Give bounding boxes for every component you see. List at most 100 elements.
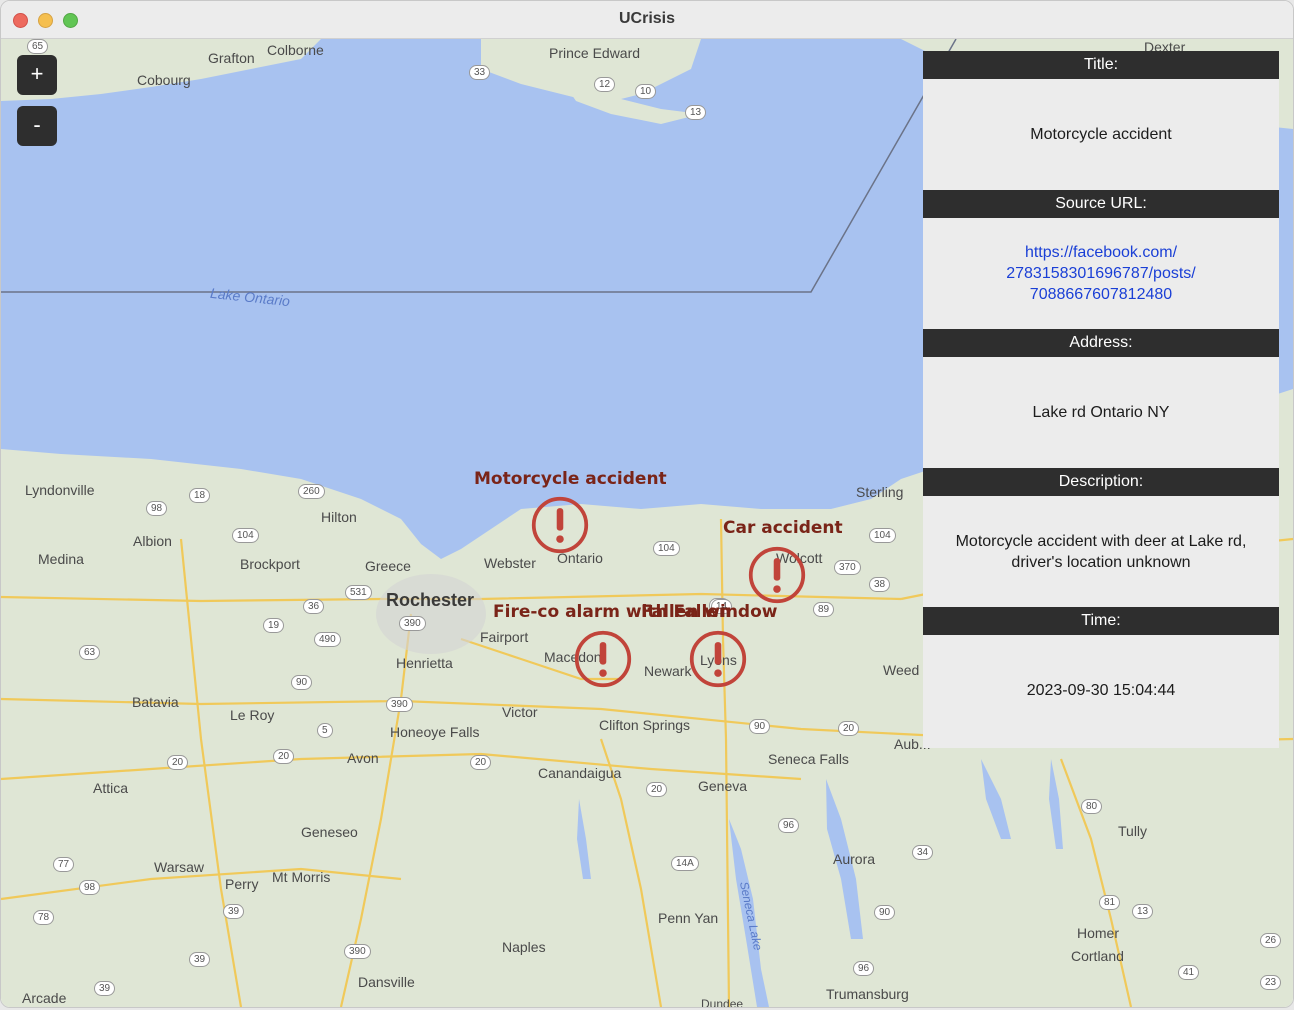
route-shield: 98 xyxy=(146,501,168,516)
route-shield: 104 xyxy=(653,541,680,556)
route-shield: 12 xyxy=(594,77,616,92)
map-label-avon: Avon xyxy=(347,750,379,766)
incident-label-car-accident[interactable]: Car accident xyxy=(723,518,843,538)
map-label-grafton: Grafton xyxy=(208,50,255,66)
route-shield: 390 xyxy=(399,616,426,631)
map-label-canandaigua: Canandaigua xyxy=(538,765,622,781)
map-label-arcade: Arcade xyxy=(22,990,67,1006)
route-shield: 20 xyxy=(470,755,492,770)
route-shield: 90 xyxy=(874,905,896,920)
route-shield: 390 xyxy=(344,944,371,959)
map-label-dansville: Dansville xyxy=(358,974,415,990)
route-shield: 18 xyxy=(189,488,211,503)
map-label-attica: Attica xyxy=(93,780,129,796)
map-label-penn-yan: Penn Yan xyxy=(658,910,719,926)
map-view[interactable]: Grafton Colborne Cobourg Prince Edward D… xyxy=(1,39,1293,1007)
map-label-clifton-springs: Clifton Springs xyxy=(599,717,691,733)
map-label-cortland: Cortland xyxy=(1071,948,1124,964)
route-shield: 104 xyxy=(869,528,896,543)
route-shield: 96 xyxy=(778,818,800,833)
map-label-seneca-falls: Seneca Falls xyxy=(768,751,849,767)
route-shield: 14A xyxy=(671,856,699,871)
route-shield: 96 xyxy=(853,961,875,976)
incident-details-panel: Title: Motorcycle accident Source URL: h… xyxy=(923,51,1279,748)
map-label-homer: Homer xyxy=(1077,925,1120,941)
map-label-geneseo: Geneseo xyxy=(301,824,358,840)
route-shield: 26 xyxy=(1260,933,1282,948)
panel-description-value: Motorcycle accident with deer at Lake rd… xyxy=(955,532,1247,571)
map-label-le-roy: Le Roy xyxy=(230,707,275,723)
alert-marker-icon[interactable] xyxy=(530,495,590,555)
map-label-geneva: Geneva xyxy=(698,778,748,794)
map-label-sterling: Sterling xyxy=(856,484,904,500)
map-label-victor: Victor xyxy=(502,704,538,720)
route-shield: 20 xyxy=(273,749,295,764)
route-shield: 90 xyxy=(749,719,771,734)
map-label-lyndonville: Lyndonville xyxy=(25,482,95,498)
map-label-naples: Naples xyxy=(502,939,546,955)
alert-marker-icon[interactable] xyxy=(573,629,633,689)
panel-time-header: Time: xyxy=(923,607,1279,635)
map-label-hilton: Hilton xyxy=(321,509,357,525)
route-shield: 90 xyxy=(291,675,313,690)
route-shield: 36 xyxy=(303,599,325,614)
route-shield: 20 xyxy=(646,782,668,797)
route-shield: 89 xyxy=(813,602,835,617)
map-label-batavia: Batavia xyxy=(132,694,179,710)
route-shield: 33 xyxy=(469,65,491,80)
app-window: UCrisis Grafton Colborne Cobourg Prince … xyxy=(0,0,1294,1008)
incident-label-motorcycle[interactable]: Motorcycle accident xyxy=(474,469,667,489)
map-label-webster: Webster xyxy=(484,555,536,571)
map-label-medina: Medina xyxy=(38,551,84,567)
map-label-albion: Albion xyxy=(133,533,172,549)
map-label-dundee: Dundee xyxy=(701,997,744,1007)
panel-time-value: 2023-09-30 15:04:44 xyxy=(1026,682,1176,699)
route-shield: 370 xyxy=(834,560,861,575)
alert-marker-icon[interactable] xyxy=(747,545,807,605)
route-shield: 39 xyxy=(223,904,245,919)
map-label-weed: Weed xyxy=(883,662,920,678)
panel-description-header: Description: xyxy=(923,468,1279,496)
route-shield: 77 xyxy=(53,857,75,872)
map-label-warsaw: Warsaw xyxy=(154,859,205,875)
map-label-prince-edward: Prince Edward xyxy=(549,45,641,61)
route-shield: 41 xyxy=(1178,965,1200,980)
map-label-perry: Perry xyxy=(225,876,259,892)
map-label-cobourg: Cobourg xyxy=(137,72,191,88)
route-shield: 39 xyxy=(189,952,211,967)
incident-label-fallen-window[interactable]: Fallen window xyxy=(641,602,777,622)
source-url-link[interactable]: https://facebook.com/ 2783158301696787/p… xyxy=(1006,242,1196,305)
alert-marker-icon[interactable] xyxy=(688,629,748,689)
map-label-henrietta: Henrietta xyxy=(396,655,453,671)
route-shield: 13 xyxy=(1132,904,1154,919)
map-label-newark: Newark xyxy=(644,663,692,679)
route-shield: 81 xyxy=(1099,895,1121,910)
route-shield: 20 xyxy=(838,721,860,736)
route-shield: 10 xyxy=(635,84,657,99)
title-bar: UCrisis xyxy=(1,1,1293,39)
route-shield: 78 xyxy=(33,910,55,925)
panel-url-value: https://facebook.com/ 2783158301696787/p… xyxy=(923,218,1279,329)
route-shield: 38 xyxy=(869,577,891,592)
map-label-aurora: Aurora xyxy=(833,851,876,867)
panel-title-header: Title: xyxy=(923,51,1279,79)
zoom-out-button[interactable]: - xyxy=(17,106,57,146)
route-shield: 80 xyxy=(1081,799,1103,814)
map-label-greece: Greece xyxy=(365,558,411,574)
route-shield: 390 xyxy=(386,697,413,712)
route-shield: 490 xyxy=(314,632,341,647)
zoom-in-button[interactable]: + xyxy=(17,55,57,95)
route-shield: 5 xyxy=(317,723,333,738)
map-label-fairport: Fairport xyxy=(480,629,529,645)
panel-url-header: Source URL: xyxy=(923,190,1279,218)
panel-title-value: Motorcycle accident xyxy=(1030,126,1172,143)
route-shield: 13 xyxy=(685,105,707,120)
route-shield: 98 xyxy=(79,880,101,895)
window-title: UCrisis xyxy=(618,10,676,27)
route-shield: 34 xyxy=(912,845,934,860)
map-label-colborne: Colborne xyxy=(267,42,324,58)
map-label-brockport: Brockport xyxy=(240,556,300,572)
route-shield: 19 xyxy=(263,618,285,633)
route-shield: 39 xyxy=(94,981,116,996)
panel-address-value: Lake rd Ontario NY xyxy=(1032,404,1170,421)
